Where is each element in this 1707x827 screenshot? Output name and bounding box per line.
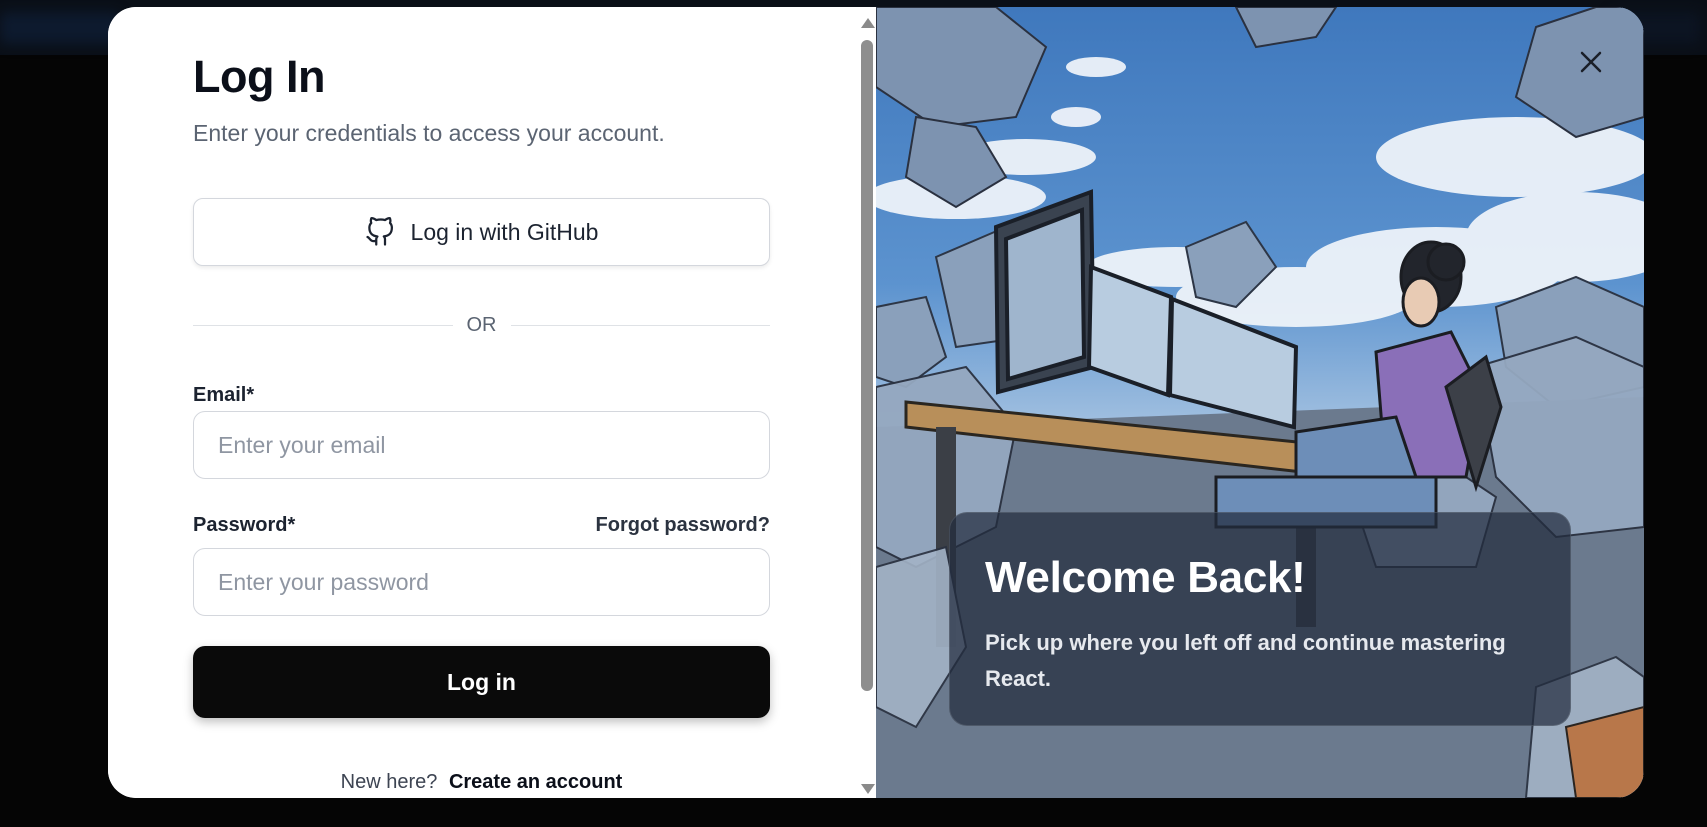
github-login-label: Log in with GitHub — [410, 218, 599, 245]
divider-line-right — [510, 324, 770, 326]
password-input[interactable] — [193, 548, 770, 616]
signup-prompt: New here? Create an account — [193, 771, 770, 794]
login-modal: Log In Enter your credentials to access … — [108, 7, 1644, 798]
password-label: Password* — [193, 514, 296, 536]
page-title: Log In — [193, 51, 325, 102]
or-divider: OR — [193, 313, 770, 337]
welcome-card: Welcome Back! Pick up where you left off… — [949, 512, 1571, 726]
create-account-link[interactable]: Create an account — [449, 771, 622, 793]
divider-text: OR — [466, 313, 497, 336]
scroll-thumb[interactable] — [861, 40, 873, 691]
close-icon — [1580, 51, 1602, 73]
email-label: Email* — [193, 384, 255, 406]
welcome-body: Pick up where you left off and continue … — [985, 630, 1506, 691]
forgot-password-link[interactable]: Forgot password? — [596, 514, 770, 537]
scroll-down-arrow[interactable] — [861, 784, 875, 794]
divider-line-left — [193, 324, 453, 326]
page-subtitle: Enter your credentials to access your ac… — [193, 120, 665, 146]
scrollbar[interactable] — [858, 12, 876, 798]
scroll-up-arrow[interactable] — [861, 18, 875, 28]
email-input[interactable] — [193, 411, 770, 479]
login-panel: Log In Enter your credentials to access … — [108, 7, 876, 798]
background-logo — [0, 12, 120, 44]
welcome-heading: Welcome Back! — [985, 553, 1306, 602]
github-login-button[interactable]: Log in with GitHub — [193, 198, 770, 266]
close-button[interactable] — [1576, 47, 1606, 77]
login-button[interactable]: Log in — [193, 646, 770, 718]
signup-prompt-text: New here? — [340, 771, 438, 793]
github-icon — [365, 217, 395, 247]
hero-image-panel: Welcome Back! Pick up where you left off… — [876, 7, 1644, 798]
